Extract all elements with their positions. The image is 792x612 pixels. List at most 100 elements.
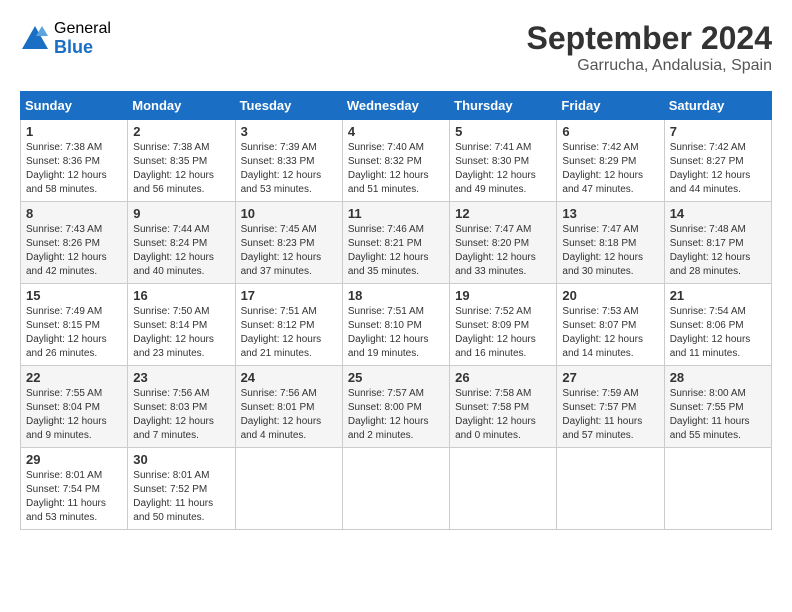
day-info: Sunrise: 7:51 AMSunset: 8:10 PMDaylight:… <box>348 306 429 359</box>
calendar-day-cell: 18 Sunrise: 7:51 AMSunset: 8:10 PMDaylig… <box>342 284 449 366</box>
day-number: 24 <box>241 370 337 385</box>
day-info: Sunrise: 7:55 AMSunset: 8:04 PMDaylight:… <box>26 388 107 441</box>
day-number: 15 <box>26 288 122 303</box>
calendar-day-cell <box>235 448 342 530</box>
month-title: September 2024 <box>527 20 772 57</box>
calendar-day-cell: 21 Sunrise: 7:54 AMSunset: 8:06 PMDaylig… <box>664 284 771 366</box>
day-info: Sunrise: 7:49 AMSunset: 8:15 PMDaylight:… <box>26 306 107 359</box>
day-number: 22 <box>26 370 122 385</box>
day-info: Sunrise: 7:59 AMSunset: 7:57 PMDaylight:… <box>562 388 642 441</box>
day-info: Sunrise: 8:00 AMSunset: 7:55 PMDaylight:… <box>670 388 750 441</box>
day-number: 10 <box>241 206 337 221</box>
day-number: 21 <box>670 288 766 303</box>
day-info: Sunrise: 7:38 AMSunset: 8:36 PMDaylight:… <box>26 142 107 195</box>
calendar-day-cell: 29 Sunrise: 8:01 AMSunset: 7:54 PMDaylig… <box>21 448 128 530</box>
day-info: Sunrise: 7:50 AMSunset: 8:14 PMDaylight:… <box>133 306 214 359</box>
logo: General Blue <box>20 20 111 57</box>
day-number: 9 <box>133 206 229 221</box>
day-number: 16 <box>133 288 229 303</box>
calendar-day-cell <box>557 448 664 530</box>
calendar-day-cell: 9 Sunrise: 7:44 AMSunset: 8:24 PMDayligh… <box>128 202 235 284</box>
day-info: Sunrise: 7:42 AMSunset: 8:27 PMDaylight:… <box>670 142 751 195</box>
day-info: Sunrise: 8:01 AMSunset: 7:54 PMDaylight:… <box>26 470 106 523</box>
day-info: Sunrise: 7:38 AMSunset: 8:35 PMDaylight:… <box>133 142 214 195</box>
calendar-day-cell: 1 Sunrise: 7:38 AMSunset: 8:36 PMDayligh… <box>21 120 128 202</box>
day-info: Sunrise: 7:56 AMSunset: 8:03 PMDaylight:… <box>133 388 214 441</box>
day-info: Sunrise: 7:47 AMSunset: 8:20 PMDaylight:… <box>455 224 536 277</box>
day-number: 30 <box>133 452 229 467</box>
calendar-day-cell: 20 Sunrise: 7:53 AMSunset: 8:07 PMDaylig… <box>557 284 664 366</box>
day-number: 27 <box>562 370 658 385</box>
calendar-day-cell <box>450 448 557 530</box>
calendar-day-cell: 6 Sunrise: 7:42 AMSunset: 8:29 PMDayligh… <box>557 120 664 202</box>
calendar-day-cell: 30 Sunrise: 8:01 AMSunset: 7:52 PMDaylig… <box>128 448 235 530</box>
calendar-day-cell <box>664 448 771 530</box>
day-info: Sunrise: 7:57 AMSunset: 8:00 PMDaylight:… <box>348 388 429 441</box>
calendar-day-cell: 17 Sunrise: 7:51 AMSunset: 8:12 PMDaylig… <box>235 284 342 366</box>
day-number: 28 <box>670 370 766 385</box>
calendar-header-row: SundayMondayTuesdayWednesdayThursdayFrid… <box>21 92 772 120</box>
logo-text: General Blue <box>54 20 111 57</box>
logo-icon <box>20 24 50 54</box>
calendar-day-cell: 4 Sunrise: 7:40 AMSunset: 8:32 PMDayligh… <box>342 120 449 202</box>
weekday-header: Sunday <box>21 92 128 120</box>
day-info: Sunrise: 7:42 AMSunset: 8:29 PMDaylight:… <box>562 142 643 195</box>
logo-blue: Blue <box>54 38 111 58</box>
day-info: Sunrise: 7:41 AMSunset: 8:30 PMDaylight:… <box>455 142 536 195</box>
day-number: 6 <box>562 124 658 139</box>
calendar-day-cell: 13 Sunrise: 7:47 AMSunset: 8:18 PMDaylig… <box>557 202 664 284</box>
calendar-day-cell: 15 Sunrise: 7:49 AMSunset: 8:15 PMDaylig… <box>21 284 128 366</box>
day-info: Sunrise: 7:48 AMSunset: 8:17 PMDaylight:… <box>670 224 751 277</box>
day-number: 3 <box>241 124 337 139</box>
day-info: Sunrise: 7:58 AMSunset: 7:58 PMDaylight:… <box>455 388 536 441</box>
logo-general: General <box>54 20 111 38</box>
day-info: Sunrise: 7:40 AMSunset: 8:32 PMDaylight:… <box>348 142 429 195</box>
weekday-header: Thursday <box>450 92 557 120</box>
calendar-day-cell: 16 Sunrise: 7:50 AMSunset: 8:14 PMDaylig… <box>128 284 235 366</box>
calendar-day-cell: 19 Sunrise: 7:52 AMSunset: 8:09 PMDaylig… <box>450 284 557 366</box>
day-number: 29 <box>26 452 122 467</box>
day-info: Sunrise: 7:54 AMSunset: 8:06 PMDaylight:… <box>670 306 751 359</box>
calendar-day-cell: 11 Sunrise: 7:46 AMSunset: 8:21 PMDaylig… <box>342 202 449 284</box>
calendar-day-cell: 28 Sunrise: 8:00 AMSunset: 7:55 PMDaylig… <box>664 366 771 448</box>
page-header: General Blue September 2024 Garrucha, An… <box>20 20 772 75</box>
calendar-day-cell: 8 Sunrise: 7:43 AMSunset: 8:26 PMDayligh… <box>21 202 128 284</box>
weekday-header: Wednesday <box>342 92 449 120</box>
day-info: Sunrise: 7:52 AMSunset: 8:09 PMDaylight:… <box>455 306 536 359</box>
calendar-week-row: 15 Sunrise: 7:49 AMSunset: 8:15 PMDaylig… <box>21 284 772 366</box>
day-number: 13 <box>562 206 658 221</box>
day-info: Sunrise: 7:45 AMSunset: 8:23 PMDaylight:… <box>241 224 322 277</box>
day-number: 2 <box>133 124 229 139</box>
calendar-day-cell: 14 Sunrise: 7:48 AMSunset: 8:17 PMDaylig… <box>664 202 771 284</box>
day-number: 7 <box>670 124 766 139</box>
day-number: 18 <box>348 288 444 303</box>
calendar-day-cell <box>342 448 449 530</box>
day-number: 5 <box>455 124 551 139</box>
calendar-day-cell: 22 Sunrise: 7:55 AMSunset: 8:04 PMDaylig… <box>21 366 128 448</box>
calendar-day-cell: 3 Sunrise: 7:39 AMSunset: 8:33 PMDayligh… <box>235 120 342 202</box>
calendar-week-row: 8 Sunrise: 7:43 AMSunset: 8:26 PMDayligh… <box>21 202 772 284</box>
day-number: 17 <box>241 288 337 303</box>
calendar-week-row: 1 Sunrise: 7:38 AMSunset: 8:36 PMDayligh… <box>21 120 772 202</box>
calendar-day-cell: 24 Sunrise: 7:56 AMSunset: 8:01 PMDaylig… <box>235 366 342 448</box>
day-number: 25 <box>348 370 444 385</box>
weekday-header: Friday <box>557 92 664 120</box>
day-info: Sunrise: 7:46 AMSunset: 8:21 PMDaylight:… <box>348 224 429 277</box>
day-number: 23 <box>133 370 229 385</box>
calendar-week-row: 22 Sunrise: 7:55 AMSunset: 8:04 PMDaylig… <box>21 366 772 448</box>
calendar-day-cell: 27 Sunrise: 7:59 AMSunset: 7:57 PMDaylig… <box>557 366 664 448</box>
day-info: Sunrise: 7:39 AMSunset: 8:33 PMDaylight:… <box>241 142 322 195</box>
day-info: Sunrise: 7:56 AMSunset: 8:01 PMDaylight:… <box>241 388 322 441</box>
location-title: Garrucha, Andalusia, Spain <box>527 57 772 75</box>
day-number: 20 <box>562 288 658 303</box>
calendar-day-cell: 25 Sunrise: 7:57 AMSunset: 8:00 PMDaylig… <box>342 366 449 448</box>
day-number: 26 <box>455 370 551 385</box>
day-info: Sunrise: 7:51 AMSunset: 8:12 PMDaylight:… <box>241 306 322 359</box>
day-number: 1 <box>26 124 122 139</box>
day-number: 14 <box>670 206 766 221</box>
day-number: 19 <box>455 288 551 303</box>
day-number: 11 <box>348 206 444 221</box>
day-number: 12 <box>455 206 551 221</box>
day-number: 8 <box>26 206 122 221</box>
day-info: Sunrise: 7:43 AMSunset: 8:26 PMDaylight:… <box>26 224 107 277</box>
